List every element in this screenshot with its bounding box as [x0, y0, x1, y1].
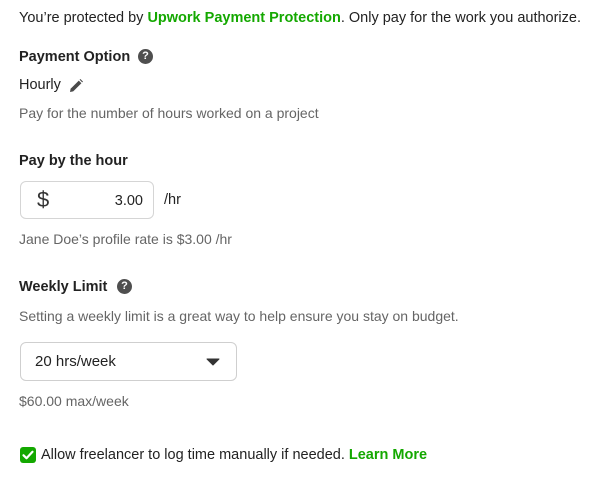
caret-down-icon — [206, 358, 220, 366]
manual-time-label: Allow freelancer to log time manually if… — [41, 447, 349, 463]
payment-option-heading: Payment Option — [19, 48, 130, 66]
payment-option-description: Pay for the number of hours worked on a … — [19, 105, 319, 121]
weekly-max-note: $60.00 max/week — [19, 393, 129, 409]
manual-time-checkbox[interactable] — [20, 447, 36, 463]
profile-rate-note: Jane Doe’s profile rate is $3.00 /hr — [19, 231, 232, 247]
pencil-icon[interactable] — [68, 78, 84, 94]
weekly-limit-select[interactable]: 20 hrs/week — [20, 342, 237, 381]
payment-option-title: Payment Option — [19, 49, 131, 65]
protection-prefix: You’re protected by — [19, 10, 148, 26]
weekly-limit-description: Setting a weekly limit is a great way to… — [19, 308, 459, 324]
protection-notice: You’re protected by Upwork Payment Prote… — [19, 9, 581, 27]
manual-time-row: Allow freelancer to log time manually if… — [41, 446, 427, 464]
hourly-rate-input[interactable]: $ 3.00 — [20, 181, 154, 219]
payment-option-help-icon[interactable]: ? — [138, 49, 153, 64]
weekly-limit-heading: Weekly Limit — [19, 279, 108, 295]
payment-option-value: Hourly — [19, 77, 61, 93]
weekly-limit-selected: 20 hrs/week — [35, 353, 116, 370]
learn-more-link[interactable]: Learn More — [349, 447, 427, 463]
rate-unit: /hr — [164, 192, 181, 208]
payment-option-value-row: Hourly — [19, 76, 61, 94]
protection-suffix: . Only pay for the work you authorize. — [340, 10, 581, 26]
pay-by-hour-heading: Pay by the hour — [19, 153, 128, 169]
hourly-rate-value[interactable]: 3.00 — [115, 192, 143, 210]
check-icon — [22, 450, 34, 460]
payment-protection-link[interactable]: Upwork Payment Protection — [147, 10, 340, 26]
weekly-limit-help-icon[interactable]: ? — [117, 279, 132, 294]
dollar-sign: $ — [37, 187, 50, 212]
